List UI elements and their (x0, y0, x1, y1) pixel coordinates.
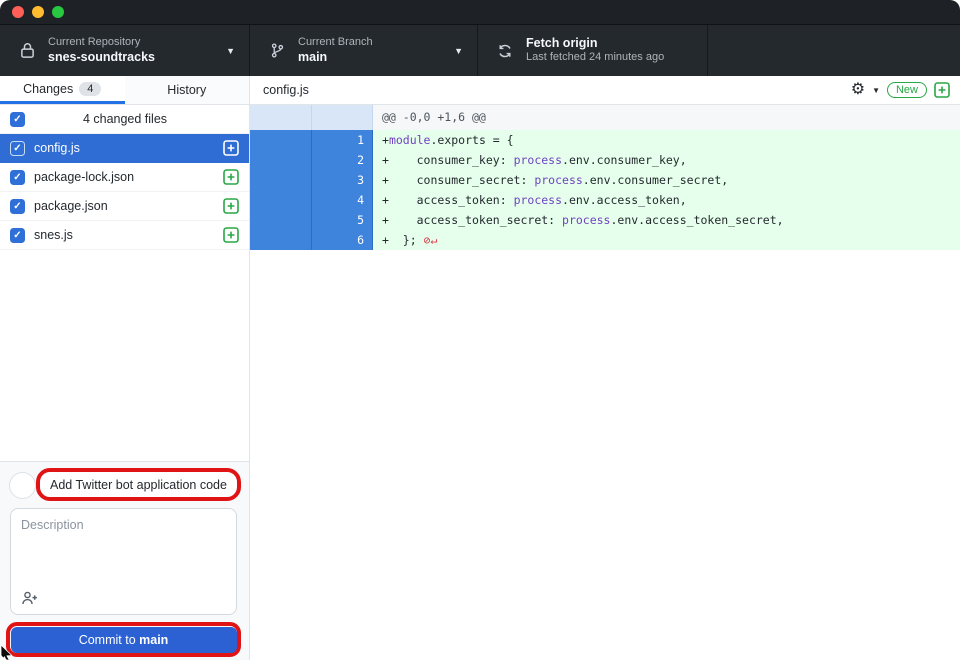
hunk-gutter-old (250, 105, 312, 130)
github-desktop-window: Current Repository snes-soundtracks ▼ Cu… (0, 0, 960, 660)
plus-square-icon[interactable] (223, 169, 239, 185)
tab-history[interactable]: History (125, 76, 250, 104)
diff-panel: config.js ⚙ ▼ New @@ -0,0 +1,6 @@ 1+modu (250, 76, 960, 660)
new-line-number: 4 (312, 190, 373, 210)
diff-code: + consumer_secret: process.env.consumer_… (373, 170, 960, 190)
diff-code: +module.exports = { (373, 130, 960, 150)
new-line-number: 6 (312, 230, 373, 250)
macos-titlebar (0, 0, 960, 25)
chevron-down-icon[interactable]: ▼ (872, 86, 880, 95)
chevron-down-icon: ▼ (226, 46, 235, 56)
commit-form: Commit to main (0, 461, 249, 660)
sidebar-tabs: Changes 4 History (0, 76, 249, 105)
plus-square-icon[interactable] (223, 227, 239, 243)
new-line-number: 1 (312, 130, 373, 150)
old-line-number (250, 210, 312, 230)
diff-code: + consumer_key: process.env.consumer_key… (373, 150, 960, 170)
diff-line[interactable]: 2+ consumer_key: process.env.consumer_ke… (250, 150, 960, 170)
old-line-number (250, 190, 312, 210)
file-name: snes.js (34, 228, 214, 242)
hunk-header-text: @@ -0,0 +1,6 @@ (373, 105, 960, 130)
file-row[interactable]: ✓ package-lock.json (0, 163, 249, 192)
hunk-gutter-new (312, 105, 373, 130)
select-all-checkbox[interactable]: ✓ (10, 112, 25, 127)
diff-line[interactable]: 3+ consumer_secret: process.env.consumer… (250, 170, 960, 190)
diff-lines: 1+module.exports = {2+ consumer_key: pro… (250, 130, 960, 250)
old-line-number (250, 230, 312, 250)
plus-square-icon[interactable] (223, 140, 239, 156)
commit-button-branch: main (139, 633, 168, 647)
old-line-number (250, 170, 312, 190)
lock-icon (18, 42, 36, 59)
close-button[interactable] (12, 6, 24, 18)
diff-code: + access_token: process.env.access_token… (373, 190, 960, 210)
hunk-header-row[interactable]: @@ -0,0 +1,6 @@ (250, 105, 960, 130)
file-row[interactable]: ✓ package.json (0, 192, 249, 221)
toolbar-empty-space (708, 25, 960, 76)
new-line-number: 3 (312, 170, 373, 190)
file-row[interactable]: ✓ snes.js (0, 221, 249, 250)
file-name: package.json (34, 199, 214, 213)
git-branch-icon (268, 42, 286, 59)
tab-changes[interactable]: Changes 4 (0, 76, 125, 104)
commit-button-prefix: Commit to (79, 633, 139, 647)
file-checkbox[interactable]: ✓ (10, 228, 25, 243)
sync-icon (496, 43, 514, 59)
diff-header: config.js ⚙ ▼ New (250, 76, 960, 105)
diff-line[interactable]: 6+ }; ⊘↵ (250, 230, 960, 250)
file-checkbox[interactable]: ✓ (10, 141, 25, 156)
branch-name: main (298, 50, 373, 66)
file-rows: ✓ config.js ✓ package-lock.json ✓ package.jso… (0, 134, 249, 250)
chevron-down-icon: ▼ (454, 46, 463, 56)
branch-switcher[interactable]: Current Branch main ▼ (250, 25, 478, 76)
new-line-number: 5 (312, 210, 373, 230)
annotation-summary-highlight (36, 468, 241, 501)
diff-code: + access_token_secret: process.env.acces… (373, 210, 960, 230)
branch-label: Current Branch (298, 36, 373, 50)
file-row[interactable]: ✓ config.js (0, 134, 249, 163)
plus-square-icon[interactable] (223, 198, 239, 214)
diff-code: + }; ⊘↵ (373, 230, 960, 250)
commit-summary-input[interactable] (40, 472, 237, 497)
annotation-commit-button-highlight: Commit to main (6, 622, 241, 657)
fetch-subtitle: Last fetched 24 minutes ago (526, 51, 664, 65)
commit-description-box (10, 508, 237, 615)
file-name: config.js (34, 141, 214, 155)
tab-changes-label: Changes (23, 82, 73, 96)
repo-name: snes-soundtracks (48, 50, 155, 66)
add-coauthor-icon[interactable] (21, 590, 39, 606)
repository-switcher[interactable]: Current Repository snes-soundtracks ▼ (0, 25, 250, 76)
old-line-number (250, 130, 312, 150)
diff-line[interactable]: 4+ access_token: process.env.access_toke… (250, 190, 960, 210)
gear-icon[interactable]: ⚙ (851, 82, 865, 98)
diff-body: @@ -0,0 +1,6 @@ 1+module.exports = {2+ c… (250, 105, 960, 250)
changes-sidebar: Changes 4 History ✓ 4 changed files ✓ con… (0, 76, 250, 660)
zoom-button[interactable] (52, 6, 64, 18)
new-file-badge: New (887, 82, 927, 98)
expand-diff-icon[interactable] (934, 82, 950, 98)
file-checkbox[interactable]: ✓ (10, 199, 25, 214)
fetch-title: Fetch origin (526, 36, 664, 52)
avatar (9, 472, 36, 499)
old-line-number (250, 150, 312, 170)
file-checkbox[interactable]: ✓ (10, 170, 25, 185)
app-toolbar: Current Repository snes-soundtracks ▼ Cu… (0, 25, 960, 76)
changes-count-badge: 4 (79, 82, 101, 96)
new-line-number: 2 (312, 150, 373, 170)
diff-line[interactable]: 1+module.exports = { (250, 130, 960, 150)
repo-label: Current Repository (48, 36, 155, 50)
diff-line[interactable]: 5+ access_token_secret: process.env.acce… (250, 210, 960, 230)
file-name: package-lock.json (34, 170, 214, 184)
changed-files-count: 4 changed files (34, 112, 216, 126)
minimize-button[interactable] (32, 6, 44, 18)
tab-history-label: History (167, 83, 206, 97)
commit-button[interactable]: Commit to main (11, 627, 237, 653)
fetch-origin-button[interactable]: Fetch origin Last fetched 24 minutes ago (478, 25, 708, 76)
changed-files-header[interactable]: ✓ 4 changed files (0, 105, 249, 134)
diff-filename: config.js (263, 83, 309, 97)
changed-files-list: ✓ 4 changed files ✓ config.js ✓ package-loc… (0, 105, 249, 461)
commit-description-input[interactable] (11, 509, 236, 581)
